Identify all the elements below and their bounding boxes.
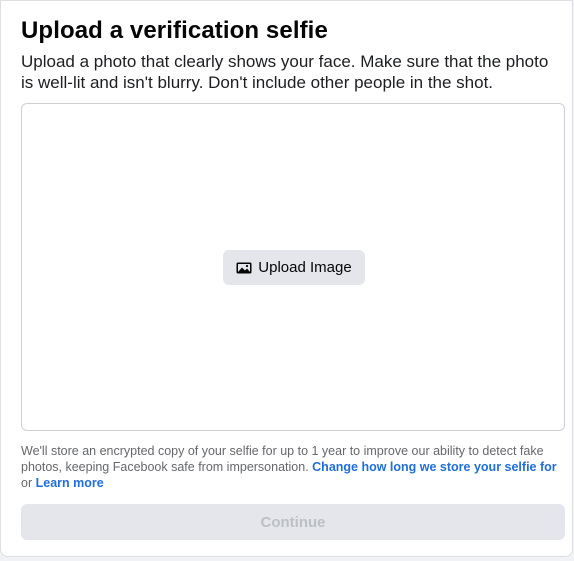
- change-retention-link[interactable]: Change how long we store your selfie for: [312, 460, 556, 474]
- image-dropzone[interactable]: Upload Image: [21, 103, 565, 431]
- learn-more-link[interactable]: Learn more: [36, 476, 104, 490]
- upload-image-button[interactable]: Upload Image: [223, 250, 365, 285]
- dialog-title: Upload a verification selfie: [21, 17, 328, 44]
- footnote-connector: or: [21, 476, 33, 490]
- dialog-description: Upload a photo that clearly shows your f…: [21, 52, 549, 92]
- upload-image-label: Upload Image: [258, 258, 352, 276]
- storage-notice: We'll store an encrypted copy of your se…: [21, 443, 561, 491]
- image-icon: [236, 260, 252, 276]
- continue-button[interactable]: Continue: [21, 504, 565, 540]
- verification-dialog: Upload a verification selfie Upload a ph…: [0, 0, 573, 557]
